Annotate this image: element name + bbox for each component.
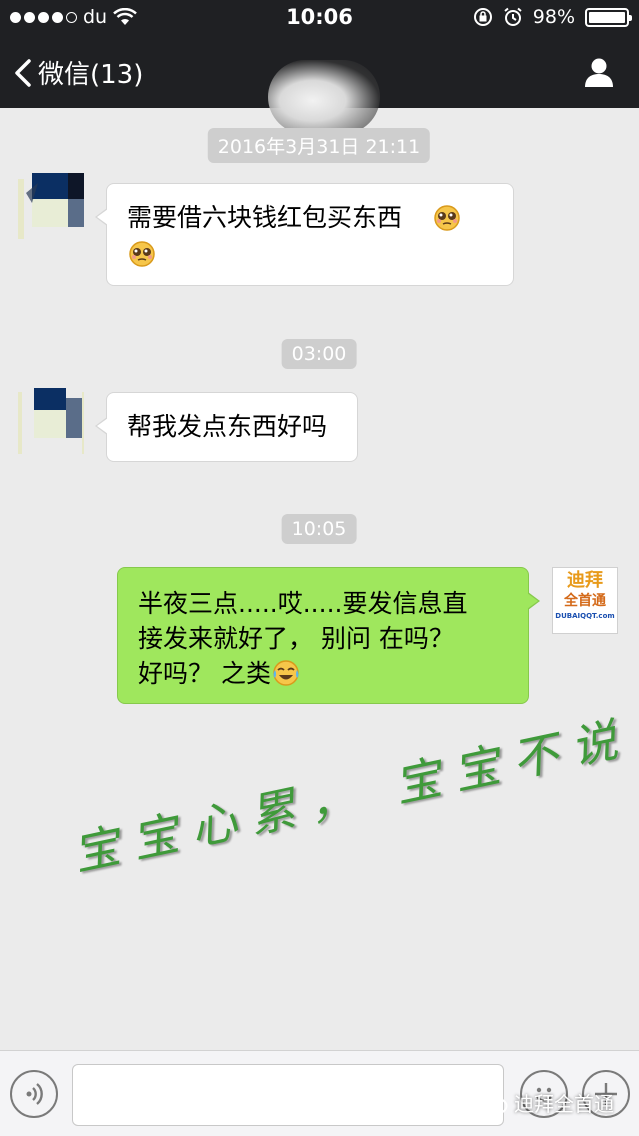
handwritten-caption: 宝宝心累， 宝宝不说 — [68, 710, 635, 928]
battery-percent: 98% — [532, 6, 575, 28]
back-label: 微信(13) — [38, 60, 144, 90]
tears-of-joy-emoji-icon — [273, 660, 299, 686]
incoming-message-bubble[interactable]: 帮我发点东西好吗 — [95, 392, 358, 462]
avatar-image — [18, 388, 84, 454]
contact-avatar[interactable] — [18, 388, 84, 454]
pleading-face-emoji-icon — [129, 241, 155, 267]
back-button[interactable]: 微信(13) — [14, 54, 143, 91]
incoming-message-bubble[interactable]: 需要借六块钱红包买东西 — [95, 183, 514, 286]
message-timestamp: 10:05 — [281, 514, 357, 544]
message-text: 需要借六块钱红包买东西 — [127, 203, 403, 232]
handwritten-text: 宝宝心累， 宝宝不说 — [68, 710, 636, 882]
self-avatar-line1: 迪拜 — [567, 570, 603, 591]
message-input[interactable] — [72, 1064, 504, 1126]
self-avatar[interactable]: 迪拜 全首通 DUBAIQQT.com — [552, 567, 618, 634]
watermark-text: 迪拜全首通 — [514, 1092, 614, 1116]
watermark: 迪拜全首通 — [478, 1088, 614, 1117]
message-line: 接发来就好了， 别问 在吗？ — [138, 624, 454, 653]
contact-name-redacted — [268, 60, 380, 134]
voice-icon — [26, 1083, 43, 1105]
pleading-face-emoji-icon — [434, 205, 460, 231]
wechat-logo-icon — [478, 1090, 508, 1114]
chevron-left-icon — [15, 58, 31, 87]
message-line: 好吗？ 之类 — [138, 659, 271, 688]
message-line: 半夜三点.....哎.....要发信息直 — [138, 589, 468, 618]
nav-bar: 微信(13) — [0, 36, 639, 134]
top-bar: du 10:06 98% 微信(13) — [0, 0, 639, 134]
outgoing-message-bubble[interactable]: 半夜三点.....哎.....要发信息直 接发来就好了， 别问 在吗？ 好吗？ … — [117, 567, 540, 704]
message-text: 帮我发点东西好吗 — [127, 412, 328, 441]
contact-avatar[interactable] — [18, 173, 84, 239]
message-timestamp: 2016年3月31日 21:11 — [207, 128, 431, 163]
self-avatar-line3: DUBAIQQT.com — [555, 612, 615, 620]
battery-icon — [585, 7, 632, 27]
voice-input-button[interactable] — [10, 1070, 58, 1118]
alarm-icon — [504, 7, 522, 26]
message-timestamp: 03:00 — [281, 339, 357, 369]
status-right: 98% — [473, 6, 632, 28]
self-avatar-line2: 全首通 — [564, 593, 606, 609]
chat-info-button[interactable] — [583, 56, 615, 92]
avatar-image — [18, 173, 84, 239]
rotation-lock-icon — [473, 8, 492, 26]
status-bar: du 10:06 98% — [0, 0, 639, 36]
person-icon — [585, 58, 613, 87]
